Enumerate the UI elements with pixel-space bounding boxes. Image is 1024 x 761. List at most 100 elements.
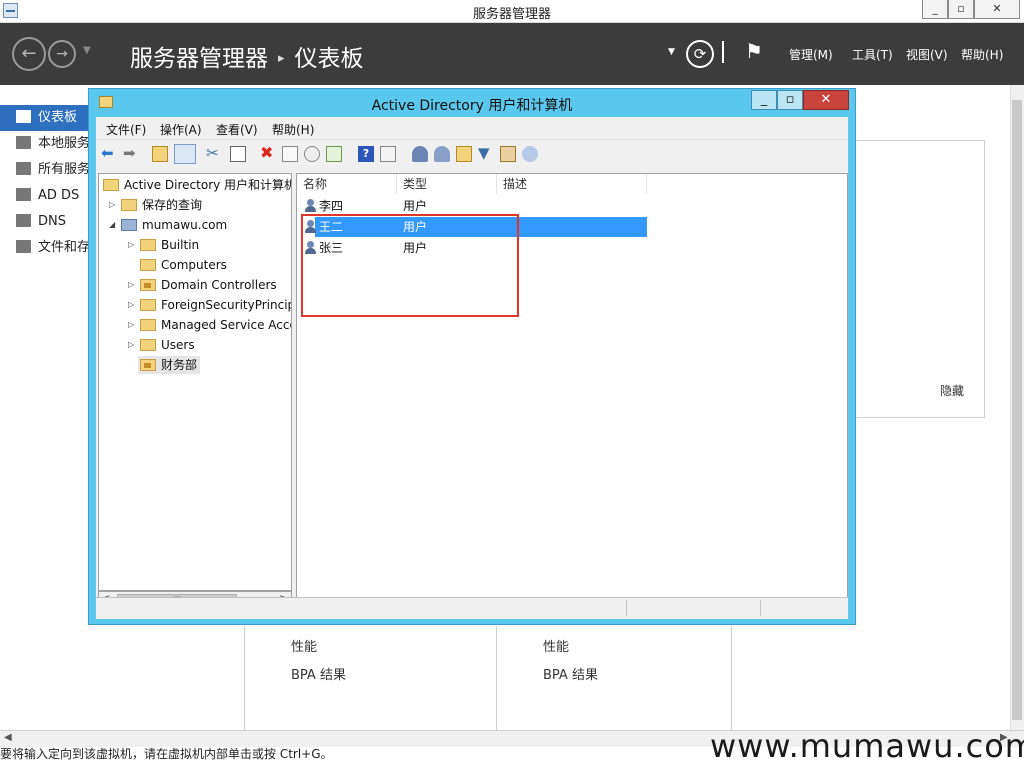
server-icon [16,136,31,149]
menu-manage[interactable]: 管理(M) [789,46,833,63]
tile-bpa-results[interactable]: BPA 结果 [543,664,598,683]
toolbar: ⬅ ➡ ✂ ✖ ? ▼ [96,139,848,167]
scrollbar-thumb[interactable] [1012,100,1022,720]
list-item[interactable]: 李四 用户 [301,196,647,216]
history-dropdown-icon[interactable]: ▼ [83,45,91,56]
tile-performance[interactable]: 性能 [291,636,317,655]
cut-icon[interactable]: ✂ [206,146,222,162]
aduc-body: 文件(F) 操作(A) 查看(V) 帮助(H) ⬅ ➡ ✂ ✖ ? ▼ Acti… [96,117,848,619]
expand-icon[interactable]: ▷ [128,236,134,254]
folder-icon [140,339,156,351]
menu-view[interactable]: 视图(V) [906,46,948,63]
menu-view[interactable]: 查看(V) [216,121,258,138]
properties-icon[interactable] [282,146,298,162]
back-icon[interactable]: ← [12,37,46,71]
menu-action[interactable]: 操作(A) [160,121,202,138]
help-icon[interactable]: ? [358,146,374,162]
user-icon [305,199,316,213]
tree-item-label: Computers [161,258,227,272]
minimize-button[interactable]: _ [922,0,948,19]
tree-item-label: Managed Service Accounts [161,318,291,332]
export-list-icon[interactable] [326,146,342,162]
server-manager-header: ← → ▼ 服务器管理器 ▸ 仪表板 ▼ ⟳ ⚑ 管理(M) 工具(T) 视图(V)… [0,23,1024,85]
tree-item-domain[interactable]: mumawu.com [121,216,227,234]
hide-link[interactable]: 隐藏 [940,382,964,399]
user-name: 李四 [319,199,344,213]
tile-bpa-results[interactable]: BPA 结果 [291,664,346,683]
expand-icon[interactable]: ▷ [128,296,134,314]
aduc-minimize-button[interactable]: _ [751,90,777,110]
tree-item-finance-dept[interactable]: 财务部 [138,356,201,374]
menu-help[interactable]: 帮助(H) [272,121,314,138]
forward-icon[interactable]: ➡ [123,146,139,162]
menu-file[interactable]: 文件(F) [106,121,146,138]
aduc-root-icon [103,179,119,191]
show-tree-icon[interactable] [174,144,196,164]
sidebar-item-dns[interactable]: DNS [0,209,92,235]
new-user-icon[interactable] [412,146,428,162]
expand-icon[interactable]: ▷ [128,276,134,294]
tree-root[interactable]: Active Directory 用户和计算机 [103,176,291,194]
expand-icon[interactable]: ▷ [109,196,115,214]
aduc-window: Active Directory 用户和计算机 _ ▫ ✕ 文件(F) 操作(A… [88,88,856,625]
new-ou-icon[interactable] [456,146,472,162]
refresh-icon[interactable]: ⟳ [686,40,714,68]
tile-performance[interactable]: 性能 [543,636,569,655]
breadcrumb-page: 仪表板 [294,46,364,72]
tree-item-label: ForeignSecurityPrincipals [161,298,291,312]
tree-item-saved-queries[interactable]: 保存的查询 [121,196,202,214]
servers-icon [16,162,31,175]
new-group-icon[interactable] [434,146,450,162]
paste-icon[interactable] [230,146,246,162]
sidebar-item-local-server[interactable]: 本地服务器 [0,131,92,157]
sidebar-item-label: 所有服务器 [38,162,92,177]
server-tile: 性能 BPA 结果 [496,626,732,730]
notifications-flag-icon[interactable]: ⚑ [745,39,763,63]
status-divider [760,600,761,616]
tree-item-label: Users [161,338,195,352]
sidebar-item-all-servers[interactable]: 所有服务器 [0,157,92,183]
tree-item-computers[interactable]: Computers [140,256,227,274]
filter-icon[interactable]: ▼ [478,146,494,162]
aduc-close-button[interactable]: ✕ [803,90,849,110]
tree-item-domain-controllers[interactable]: Domain Controllers [140,276,277,294]
dashboard-panel [855,140,985,418]
aduc-maximize-button[interactable]: ▫ [777,90,803,110]
collapse-icon[interactable]: ◢ [109,216,115,234]
maximize-button[interactable]: ▫ [948,0,974,19]
forward-icon[interactable]: → [48,40,76,68]
delete-icon[interactable]: ✖ [260,145,276,162]
column-header-name[interactable]: 名称 [297,174,397,194]
refresh-icon[interactable] [304,146,320,162]
sidebar-item-label: DNS [38,214,66,229]
tree-item-builtin[interactable]: Builtin [140,236,199,254]
sidebar-item-file-storage[interactable]: 文件和存储服务 [0,235,92,261]
column-header-description[interactable]: 描述 [497,174,647,194]
column-header-type[interactable]: 类型 [397,174,497,194]
folder-icon [140,299,156,311]
dashboard-icon [16,110,31,123]
expand-icon[interactable]: ▷ [128,316,134,334]
dropdown-icon[interactable]: ▼ [668,47,675,57]
tree-item-managed-service-accounts[interactable]: Managed Service Accounts [140,316,291,334]
add-to-group-icon[interactable] [522,146,538,162]
server-tile: 性能 BPA 结果 [244,626,498,730]
ou-icon [140,279,156,291]
tree-item-foreign-security-principals[interactable]: ForeignSecurityPrincipals [140,296,291,314]
scroll-left-icon[interactable]: ◀ [4,732,12,743]
up-folder-icon[interactable] [152,146,168,162]
back-icon[interactable]: ⬅ [101,146,117,162]
sidebar-item-dashboard[interactable]: 仪表板 [0,105,92,131]
menu-tools[interactable]: 工具(T) [852,46,893,63]
tree-item-label: mumawu.com [142,218,228,232]
sidebar-item-ad-ds[interactable]: AD DS [0,183,92,209]
close-button[interactable]: ✕ [974,0,1020,19]
find-icon[interactable] [500,146,516,162]
server-manager-titlebar: 服务器管理器 _ ▫ ✕ [0,0,1024,23]
window-title: 服务器管理器 [472,7,551,22]
console-tree-icon[interactable] [380,146,396,162]
domain-icon [121,219,137,231]
expand-icon[interactable]: ▷ [128,336,134,354]
tree-item-users[interactable]: Users [140,336,195,354]
menu-help[interactable]: 帮助(H) [961,46,1003,63]
